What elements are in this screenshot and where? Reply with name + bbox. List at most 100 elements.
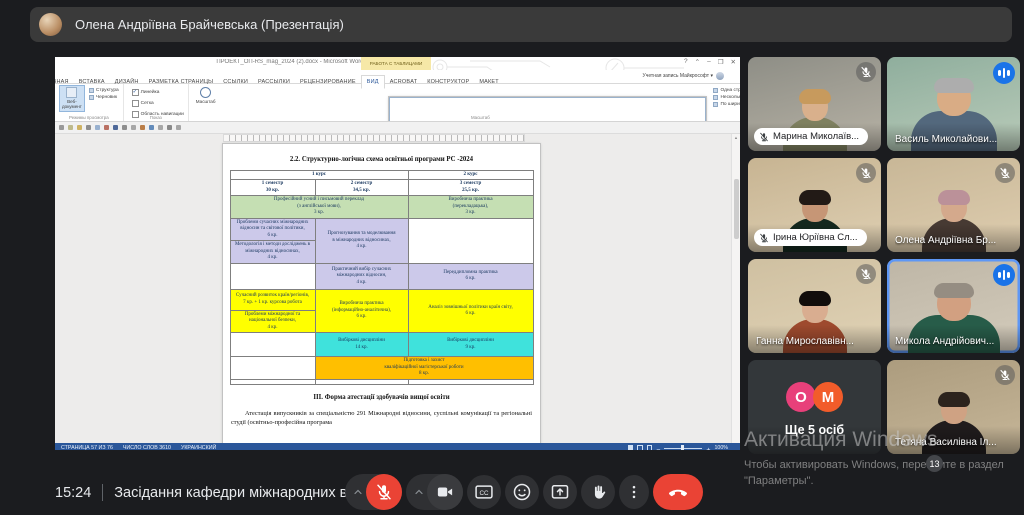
mic-muted-button[interactable] bbox=[366, 474, 402, 510]
toolbar-icon[interactable] bbox=[86, 125, 91, 130]
word-title-bar[interactable]: ПРОЕКТ_ОП-RS_mag_2024 (2).docx - Microso… bbox=[55, 57, 740, 70]
zoom-button[interactable]: Масштаб bbox=[194, 86, 218, 105]
show-checkbox[interactable]: Сетка bbox=[132, 100, 184, 107]
participant-tile-4[interactable]: Олена Андріївна Бр... bbox=[887, 158, 1020, 252]
reactions-button[interactable] bbox=[505, 475, 539, 509]
toolbar-icon[interactable] bbox=[122, 125, 127, 130]
scroll-up-icon[interactable] bbox=[732, 135, 740, 140]
toolbar-icon[interactable] bbox=[140, 125, 145, 130]
presentation-banner[interactable]: Олена Андріївна Брайчевська (Презентація… bbox=[30, 7, 1012, 42]
participant-tile-2[interactable]: Василь Миколайови... bbox=[887, 57, 1020, 151]
zoom-slider[interactable] bbox=[664, 448, 702, 449]
show-checkbox[interactable]: Линейка bbox=[132, 89, 184, 96]
phone-down-icon bbox=[667, 481, 689, 503]
table-cell bbox=[408, 218, 533, 263]
present-button[interactable] bbox=[543, 475, 577, 509]
close-button[interactable]: ✕ bbox=[731, 58, 736, 66]
ribbon-display-button[interactable]: ⌃ bbox=[695, 58, 700, 66]
chevron-up-icon[interactable] bbox=[352, 486, 364, 498]
ribbon-tabs: ФАЙЛГЛАВНАЯВСТАВКАДИЗАЙНРАЗМЕТКА СТРАНИЦ… bbox=[55, 70, 740, 84]
status-item[interactable]: УКРАИНСКИЙ bbox=[181, 445, 216, 450]
window-buttons: ? ⌃–❐ ✕ bbox=[684, 58, 736, 66]
zoom-option[interactable]: По ширине страницы bbox=[713, 102, 740, 107]
captions-icon: CC bbox=[474, 482, 494, 502]
clock: 15:24 bbox=[55, 485, 91, 501]
overflow-count-label: Ще 5 осіб bbox=[748, 423, 881, 437]
table-cell: 2 семестр 34,5 кр. bbox=[315, 180, 408, 196]
zoom-in-button[interactable] bbox=[706, 439, 710, 450]
captions-button[interactable]: CC bbox=[467, 475, 501, 509]
status-items: СТРАНИЦА 57 ИЗ 76 ЧИСЛО СЛОВ 3610 УКРАИНСК… bbox=[61, 445, 216, 450]
toolbar-icon[interactable] bbox=[131, 125, 136, 130]
toolbar-icon[interactable] bbox=[158, 125, 163, 130]
meet-window: Олена Андріївна Брайчевська (Презентація… bbox=[0, 0, 1024, 515]
ribbon-group-views: Веб- документСтруктураЧерновикРежимы про… bbox=[55, 84, 124, 121]
read-mode-icon[interactable] bbox=[628, 445, 634, 450]
participant-tile-5[interactable]: Ганна Мирославівн... bbox=[748, 259, 881, 353]
status-item[interactable]: СТРАНИЦА 57 ИЗ 76 bbox=[61, 445, 113, 450]
minimize-button[interactable]: – bbox=[707, 58, 711, 66]
mic-muted-icon bbox=[856, 163, 876, 183]
camera-control[interactable] bbox=[406, 474, 463, 510]
web-layout-icon[interactable] bbox=[647, 445, 653, 450]
participant-tile-6[interactable]: Микола Андрійович... bbox=[887, 259, 1020, 353]
account-label[interactable]: Учетная запись Майкрософт ▾ bbox=[643, 72, 724, 80]
divider bbox=[102, 484, 103, 501]
participant-grid: Марина Миколаїв...Василь Миколайови...Ір… bbox=[748, 57, 1020, 454]
end-call-button[interactable] bbox=[653, 474, 703, 510]
status-item[interactable]: ЧИСЛО СЛОВ 3610 bbox=[123, 445, 171, 450]
zoom-option[interactable]: Одна страница bbox=[713, 88, 740, 93]
participant-tile-3[interactable]: Ірина Юріївна Сл... bbox=[748, 158, 881, 252]
schema-table: 1 курс2 курс1 семестр 30 кр.2 семестр 34… bbox=[230, 170, 534, 385]
toolbar-icon[interactable] bbox=[77, 125, 82, 130]
present-screen-icon bbox=[550, 482, 570, 502]
participant-avatar: О bbox=[786, 382, 816, 412]
print-layout-icon[interactable] bbox=[637, 445, 643, 450]
more-options-button[interactable] bbox=[619, 475, 649, 509]
table-cell bbox=[230, 333, 315, 357]
toolbar-icon[interactable] bbox=[104, 125, 109, 130]
toolbar-icon[interactable] bbox=[176, 125, 181, 130]
chevron-up-icon[interactable] bbox=[413, 486, 425, 498]
participant-video bbox=[911, 111, 997, 151]
mic-control[interactable] bbox=[345, 474, 402, 510]
more-dots-icon bbox=[625, 483, 643, 501]
participant-tile-1[interactable]: Марина Миколаїв... bbox=[748, 57, 881, 151]
ribbon-group-checks: ЛинейкаСеткаОбласть навигацииПоказ bbox=[124, 84, 189, 121]
scrollbar-thumb[interactable] bbox=[734, 179, 739, 239]
table-cell bbox=[315, 379, 408, 384]
camera-button[interactable] bbox=[427, 474, 463, 510]
web-layout-button[interactable]: Веб- документ bbox=[60, 86, 84, 111]
help-button[interactable]: ? bbox=[684, 58, 688, 66]
participants-count-badge: 13 bbox=[926, 455, 943, 472]
presenter-avatar bbox=[39, 13, 62, 36]
restore-button[interactable]: ❐ bbox=[718, 58, 724, 66]
table-cell: Проблеми сучасних міжнародних відносин т… bbox=[230, 218, 315, 241]
zoom-slider-thumb[interactable] bbox=[681, 445, 684, 451]
presenter-name: Олена Андріївна Брайчевська (Презентація… bbox=[75, 17, 344, 32]
view-mode-option[interactable]: Структура bbox=[89, 88, 119, 93]
speaking-indicator-icon bbox=[993, 62, 1015, 84]
vertical-scrollbar[interactable] bbox=[731, 134, 740, 443]
toolbar-icon[interactable] bbox=[59, 125, 64, 130]
participant-tile-8[interactable]: Тетяна Василівна Іл... bbox=[887, 360, 1020, 454]
toolbar-icon[interactable] bbox=[68, 125, 73, 130]
zoom-option[interactable]: Несколько страниц bbox=[713, 95, 740, 100]
toolbar-icon[interactable] bbox=[149, 125, 154, 130]
table-cell: Сучасний розвиток країн/регіонів, 7 кр. … bbox=[230, 289, 315, 310]
toolbar-icon[interactable] bbox=[113, 125, 118, 130]
view-mode-option[interactable]: Черновик bbox=[89, 95, 119, 100]
table-cell bbox=[230, 263, 315, 289]
table-cell: 1 семестр 30 кр. bbox=[230, 180, 315, 196]
call-controls: CC bbox=[345, 474, 703, 510]
participant-tile-7[interactable]: ОМЩе 5 осіб bbox=[748, 360, 881, 454]
toolbar-icon[interactable] bbox=[167, 125, 172, 130]
word-window: ПРОЕКТ_ОП-RS_mag_2024 (2).docx - Microso… bbox=[55, 57, 740, 450]
zoom-percent[interactable]: 100% bbox=[714, 445, 728, 450]
quick-access-toolbar[interactable] bbox=[55, 122, 740, 134]
shared-screen: ПРОЕКТ_ОП-RS_mag_2024 (2).docx - Microso… bbox=[55, 57, 740, 450]
context-tab-group-label[interactable]: РАБОТА С ТАБЛИЦАМИ bbox=[361, 57, 431, 70]
zoom-out-button[interactable] bbox=[656, 439, 660, 450]
toolbar-icon[interactable] bbox=[95, 125, 100, 130]
raise-hand-button[interactable] bbox=[581, 475, 615, 509]
